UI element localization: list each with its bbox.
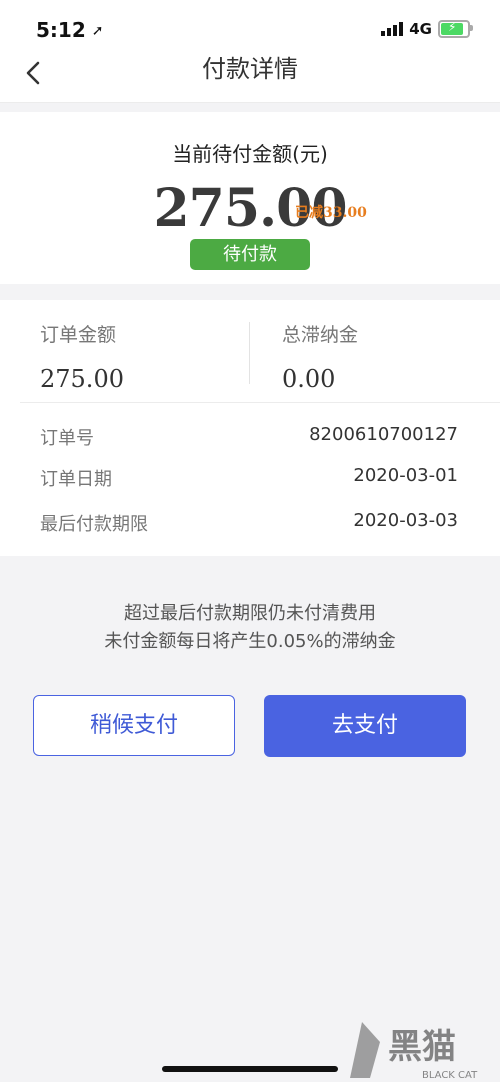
location-arrow-icon: ➚ bbox=[91, 23, 104, 39]
late-fee-label: 总滞纳金 bbox=[282, 324, 359, 346]
detail-value: 2020-03-01 bbox=[353, 465, 458, 486]
detail-row-order-number: 订单号 8200610700127 bbox=[40, 424, 458, 450]
detail-label: 最后付款期限 bbox=[40, 514, 148, 535]
pay-later-button[interactable]: 稍候支付 bbox=[33, 695, 235, 756]
status-time: 5:12 ➚ bbox=[36, 18, 103, 42]
amount-row: 275.00 bbox=[0, 178, 500, 239]
amount-card: 当前待付金额(元) 275.00 已减33.00 待付款 bbox=[0, 112, 500, 284]
battery-icon: ⚡ bbox=[438, 20, 473, 38]
clock-text: 5:12 bbox=[36, 18, 86, 42]
status-bar: 5:12 ➚ 4G ⚡ bbox=[0, 0, 500, 56]
order-amount-block: 订单金额 275.00 bbox=[40, 320, 124, 393]
navigation-bar: 付款详情 bbox=[0, 56, 500, 103]
watermark-logo: 黑猫 BLACK CAT bbox=[350, 1022, 478, 1081]
column-divider bbox=[249, 322, 250, 384]
order-amount-value: 275.00 bbox=[40, 365, 124, 393]
detail-value: 8200610700127 bbox=[309, 424, 458, 445]
status-indicators: 4G ⚡ bbox=[381, 20, 473, 38]
home-indicator[interactable] bbox=[162, 1066, 338, 1072]
amount-caption: 当前待付金额(元) bbox=[172, 142, 328, 166]
late-fee-value: 0.00 bbox=[282, 365, 336, 393]
detail-label: 订单日期 bbox=[40, 469, 112, 490]
svg-text:黑猫: 黑猫 bbox=[388, 1027, 456, 1067]
page-title: 付款详情 bbox=[202, 55, 298, 83]
signal-icon bbox=[381, 22, 404, 36]
section-divider bbox=[20, 402, 500, 403]
order-amount-label: 订单金额 bbox=[40, 324, 117, 346]
network-type: 4G bbox=[409, 20, 432, 38]
notice-line-2: 未付金额每日将产生0.05%的滞纳金 bbox=[104, 631, 396, 652]
pay-now-button[interactable]: 去支付 bbox=[264, 695, 466, 757]
discount-label: 已减33.00 bbox=[295, 205, 367, 221]
late-fee-notice: 超过最后付款期限仍未付清费用 未付金额每日将产生0.05%的滞纳金 bbox=[0, 600, 500, 656]
svg-text:BLACK CAT: BLACK CAT bbox=[422, 1070, 478, 1081]
detail-label: 订单号 bbox=[40, 428, 94, 449]
detail-row-order-date: 订单日期 2020-03-01 bbox=[40, 465, 458, 491]
status-badge: 待付款 bbox=[190, 239, 310, 270]
late-fee-block: 总滞纳金 0.00 bbox=[282, 320, 358, 393]
detail-value: 2020-03-03 bbox=[353, 510, 458, 531]
detail-row-payment-deadline: 最后付款期限 2020-03-03 bbox=[40, 510, 458, 536]
order-detail-card: 订单金额 275.00 总滞纳金 0.00 订单号 8200610700127 … bbox=[0, 300, 500, 556]
notice-line-1: 超过最后付款期限仍未付清费用 bbox=[124, 603, 376, 624]
